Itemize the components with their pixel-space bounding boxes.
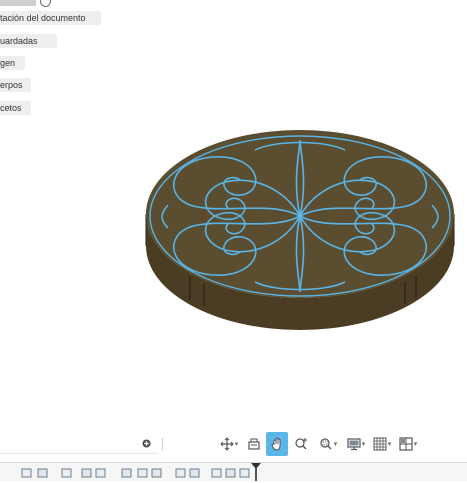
timeline-sketch-icon[interactable]	[21, 468, 32, 478]
timeline-extrude-icon[interactable]	[151, 468, 162, 478]
browser-root-item[interactable]	[0, 0, 36, 6]
browser-item-bodies[interactable]: erpos	[0, 78, 31, 92]
timeline-sketch-icon[interactable]	[211, 468, 222, 478]
model-body	[145, 130, 455, 330]
orbit-icon	[220, 437, 234, 451]
pan-tool[interactable]	[266, 432, 288, 456]
status-bar: ▾ ▾ ▾ ▾ ▾	[0, 428, 467, 462]
timeline-extrude-icon[interactable]	[189, 468, 200, 478]
comments-field[interactable]	[0, 435, 158, 454]
timeline-extrude-icon[interactable]	[225, 468, 236, 478]
browser-item-sketches[interactable]: cetos	[0, 101, 31, 115]
timeline-sketch-icon[interactable]	[239, 468, 250, 478]
add-comment-icon[interactable]	[142, 439, 151, 448]
chevron-down-icon: ▾	[234, 441, 239, 448]
timeline-marker-line	[255, 468, 257, 481]
display-settings-tool[interactable]: ▾	[344, 432, 368, 456]
browser-item-named-views[interactable]: uardadas	[0, 34, 57, 48]
browser-item-document-settings[interactable]: tación del documento	[0, 11, 101, 25]
pan-icon	[271, 437, 281, 451]
timeline-bar	[0, 462, 467, 481]
look-at-tool[interactable]	[244, 432, 264, 456]
timeline-sketch-icon[interactable]	[61, 468, 72, 478]
timeline-sketch-icon[interactable]	[137, 468, 148, 478]
browser-item-origin[interactable]: gen	[0, 56, 25, 70]
timeline-extrude-icon[interactable]	[81, 468, 92, 478]
chevron-down-icon: ▾	[413, 441, 418, 448]
timeline-extrude-icon[interactable]	[37, 468, 48, 478]
viewports-tool[interactable]: ▾	[396, 432, 420, 456]
timeline-sketch-icon[interactable]	[95, 468, 106, 478]
divider	[162, 438, 163, 451]
timeline-extrude-icon[interactable]	[121, 468, 132, 478]
viewports-icon	[399, 437, 413, 451]
grid-icon	[373, 437, 387, 451]
zoom-icon	[295, 438, 307, 450]
timeline-sketch-icon[interactable]	[175, 468, 186, 478]
fit-tool[interactable]: ▾	[316, 432, 340, 456]
display-settings-icon	[347, 438, 361, 451]
fit-icon	[320, 438, 332, 450]
look-at-icon	[248, 438, 260, 450]
zoom-tool[interactable]	[290, 432, 312, 456]
chevron-down-icon: ▾	[387, 441, 392, 448]
grid-tool[interactable]: ▾	[370, 432, 394, 456]
chevron-down-icon: ▾	[333, 441, 338, 448]
chevron-down-icon: ▾	[361, 441, 366, 448]
timeline-items	[21, 463, 261, 481]
canvas-viewport[interactable]	[0, 0, 467, 430]
orbit-tool[interactable]: ▾	[218, 432, 240, 456]
